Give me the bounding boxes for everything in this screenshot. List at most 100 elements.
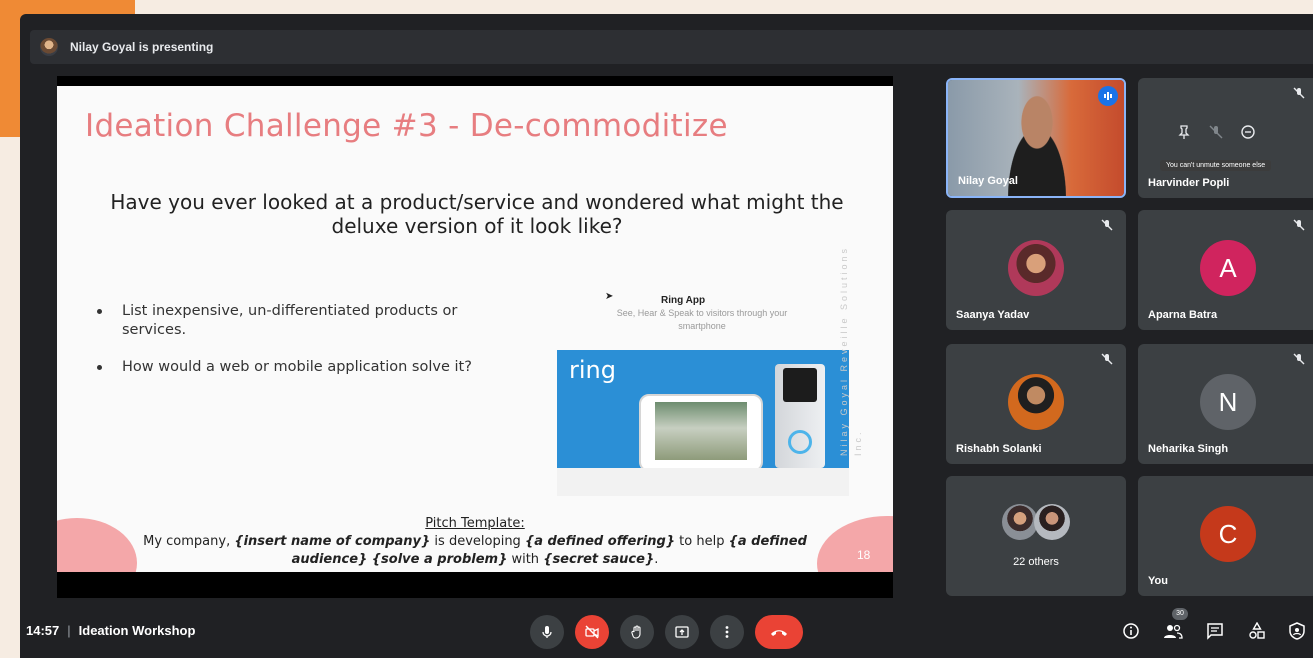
- shield-icon: [1289, 622, 1305, 640]
- phone-illustration: [639, 394, 763, 468]
- raise-hand-button[interactable]: [620, 615, 654, 649]
- meeting-details-button[interactable]: [1120, 620, 1142, 642]
- present-icon: [675, 626, 689, 638]
- activities-icon: [1249, 622, 1265, 639]
- pitch-placeholder: {secret sauce}: [543, 552, 655, 567]
- ring-image-footer: [557, 468, 849, 496]
- pin-icon[interactable]: [1176, 124, 1192, 140]
- mic-icon: [542, 626, 552, 638]
- participant-name: Nilay Goyal: [958, 175, 1018, 187]
- slide-title: Ideation Challenge #3 - De-commoditize: [85, 108, 728, 144]
- bullet-text: How would a web or mobile application so…: [122, 359, 472, 375]
- pitch-template-line: My company, {insert name of company} is …: [57, 534, 893, 549]
- mic-off-icon: [1101, 219, 1113, 231]
- presenter-bar: Nilay Goyal is presenting: [30, 30, 1313, 64]
- participant-tile-others[interactable]: 22 others: [946, 476, 1126, 596]
- people-icon: [1164, 624, 1183, 639]
- doorbell-button: [788, 430, 812, 454]
- mic-off-icon: [1293, 353, 1305, 365]
- people-count-badge: 30: [1172, 608, 1188, 620]
- participant-name: You: [1148, 575, 1168, 587]
- participant-photo: [1002, 504, 1038, 540]
- slide: Ideation Challenge #3 - De-commoditize H…: [57, 86, 893, 572]
- mic-off-icon: [1101, 353, 1113, 365]
- ring-logo: ring: [569, 356, 616, 384]
- participant-tile-rishabh[interactable]: Rishabh Solanki: [946, 344, 1126, 464]
- pitch-text: with: [507, 552, 544, 567]
- pitch-placeholder: {a defined offering}: [524, 534, 676, 549]
- phone-screen: [655, 402, 747, 460]
- tooltip: You can't unmute someone else: [1160, 160, 1272, 171]
- mic-off-disabled-icon[interactable]: [1208, 124, 1224, 140]
- speaking-indicator-icon: [1098, 86, 1118, 106]
- pitch-placeholder: audience} {solve a problem}: [291, 552, 508, 567]
- ring-app-title: Ring App: [661, 295, 706, 306]
- ring-product-image: ring: [557, 350, 849, 468]
- participant-photo: [1034, 504, 1070, 540]
- meet-window: Nilay Goyal is presenting Ideation Chall…: [20, 14, 1313, 658]
- info-icon: [1123, 623, 1139, 639]
- mic-off-icon: [1293, 87, 1305, 99]
- participant-tile-neharika[interactable]: N Neharika Singh: [1138, 344, 1313, 464]
- hand-icon: [631, 625, 641, 639]
- microphone-button[interactable]: [530, 615, 564, 649]
- participant-name: Saanya Yadav: [956, 309, 1030, 321]
- bullet-dot: [97, 365, 102, 370]
- bullet-text: List inexpensive, un-differentiated prod…: [122, 303, 458, 338]
- slide-bullet: How would a web or mobile application so…: [97, 358, 507, 377]
- more-vert-icon: [725, 626, 729, 638]
- end-call-icon: [771, 630, 787, 636]
- remove-icon[interactable]: [1240, 124, 1256, 140]
- bullet-dot: [97, 309, 102, 314]
- slide-bullet: List inexpensive, un-differentiated prod…: [97, 302, 507, 340]
- chat-icon: [1207, 623, 1223, 640]
- pitch-text: is developing: [430, 534, 525, 549]
- present-screen-button[interactable]: [665, 615, 699, 649]
- presentation-area: Ideation Challenge #3 - De-commoditize H…: [57, 76, 893, 598]
- presenter-avatar: [40, 38, 58, 56]
- pitch-text: .: [654, 552, 659, 567]
- leave-call-button[interactable]: [755, 615, 803, 649]
- pitch-placeholder: {a defined: [728, 534, 807, 549]
- avatar: A: [1200, 240, 1256, 296]
- participant-photo: [1008, 240, 1064, 296]
- participant-tile-nilay[interactable]: Nilay Goyal: [946, 78, 1126, 198]
- others-avatars: [1002, 504, 1082, 544]
- pitch-template-heading: Pitch Template:: [425, 516, 525, 531]
- mic-off-icon: [1293, 219, 1305, 231]
- participant-name: Aparna Batra: [1148, 309, 1218, 321]
- participant-tile-aparna[interactable]: A Aparna Batra: [1138, 210, 1313, 330]
- participant-photo: [1008, 374, 1064, 430]
- activities-button[interactable]: [1246, 620, 1268, 642]
- people-button[interactable]: [1162, 620, 1184, 642]
- others-count-label: 22 others: [1013, 556, 1059, 568]
- slide-watermark: Nilay Goyal Reveille Solutions Inc.: [839, 245, 863, 456]
- slide-question: Have you ever looked at a product/servic…: [110, 190, 844, 238]
- meeting-info: 14:57 | Ideation Workshop: [26, 623, 195, 638]
- meeting-title: Ideation Workshop: [78, 623, 196, 638]
- mouse-cursor-icon: ➤: [605, 291, 614, 302]
- participant-tile-saanya[interactable]: Saanya Yadav: [946, 210, 1126, 330]
- camera-off-icon: [585, 625, 599, 639]
- separator: |: [67, 623, 71, 638]
- presenter-text: Nilay Goyal is presenting: [70, 40, 214, 54]
- chat-button[interactable]: [1204, 620, 1226, 642]
- host-controls-button[interactable]: [1286, 620, 1308, 642]
- camera-off-button[interactable]: [575, 615, 609, 649]
- pitch-template-line: audience} {solve a problem} with {secret…: [57, 552, 893, 567]
- ring-app-subtitle: See, Hear & Speak to visitors through yo…: [616, 308, 788, 331]
- pitch-text: to help: [675, 534, 729, 549]
- participant-tile-you[interactable]: C You: [1138, 476, 1313, 596]
- clock: 14:57: [26, 623, 60, 638]
- participant-name: Rishabh Solanki: [956, 443, 1042, 455]
- participant-tile-harvinder[interactable]: You can't unmute someone else Harvinder …: [1138, 78, 1313, 198]
- participant-name: Harvinder Popli: [1148, 177, 1230, 189]
- pitch-text: My company,: [143, 534, 235, 549]
- tile-hover-controls: [1176, 124, 1256, 140]
- participant-name: Neharika Singh: [1148, 443, 1229, 455]
- more-options-button[interactable]: [710, 615, 744, 649]
- avatar: N: [1200, 374, 1256, 430]
- pitch-placeholder: {insert name of company}: [234, 534, 431, 549]
- avatar: C: [1200, 506, 1256, 562]
- doorbell-camera: [783, 368, 817, 402]
